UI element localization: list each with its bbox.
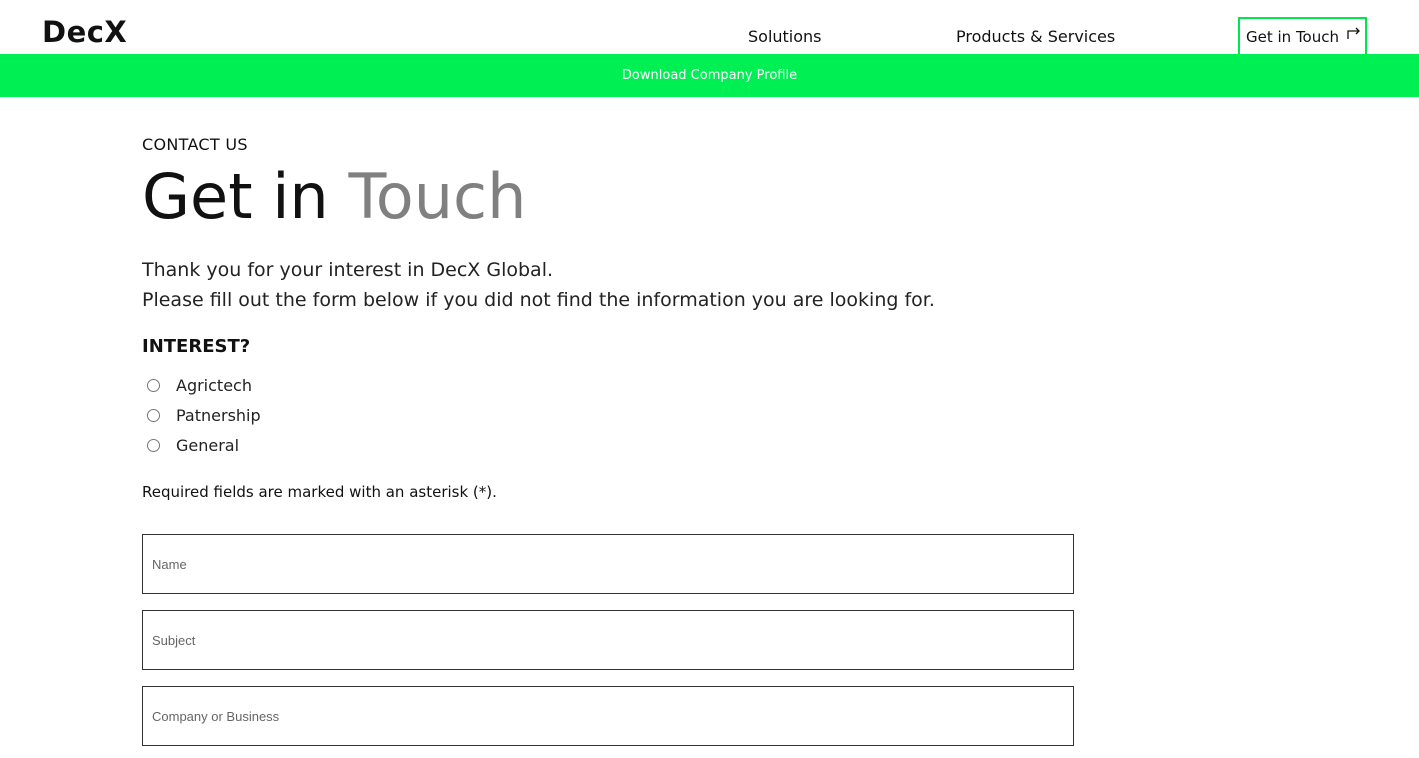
required-fields-note: Required fields are marked with an aster…: [142, 483, 497, 501]
title-part-muted: Touch: [348, 160, 527, 233]
nav-products-services[interactable]: Products & Services: [956, 26, 1115, 48]
intro-line-1: Thank you for your interest in DecX Glob…: [142, 259, 554, 281]
page-title: Get in Touch: [142, 157, 526, 237]
section-eyebrow: CONTACT US: [142, 135, 248, 154]
radio-patnership[interactable]: [147, 409, 160, 422]
intro-line-2: Please fill out the form below if you di…: [142, 289, 935, 311]
download-banner: Download Company Profile: [0, 54, 1419, 97]
radio-label-general: General: [176, 436, 240, 455]
nav-solutions[interactable]: Solutions: [748, 26, 822, 48]
download-company-profile-link[interactable]: Download Company Profile: [0, 67, 1419, 84]
get-in-touch-button[interactable]: Get in Touch: [1238, 17, 1367, 56]
subject-input[interactable]: [142, 610, 1074, 670]
get-in-touch-label: Get in Touch: [1246, 28, 1339, 46]
interest-heading: INTEREST?: [142, 336, 251, 357]
radio-general[interactable]: [147, 439, 160, 452]
radio-label-agrictech: Agrictech: [176, 376, 252, 395]
radio-agrictech[interactable]: [147, 379, 160, 392]
company-input[interactable]: [142, 686, 1074, 746]
intro-text: Thank you for your interest in DecX Glob…: [142, 255, 935, 315]
site-header: DecX Solutions Products & Services Get i…: [0, 0, 1419, 56]
name-input[interactable]: [142, 534, 1074, 594]
radio-label-patnership: Patnership: [176, 406, 261, 425]
logo[interactable]: DecX: [42, 12, 127, 52]
title-part-dark: Get in: [142, 160, 329, 233]
external-arrow-icon: [1347, 27, 1360, 39]
